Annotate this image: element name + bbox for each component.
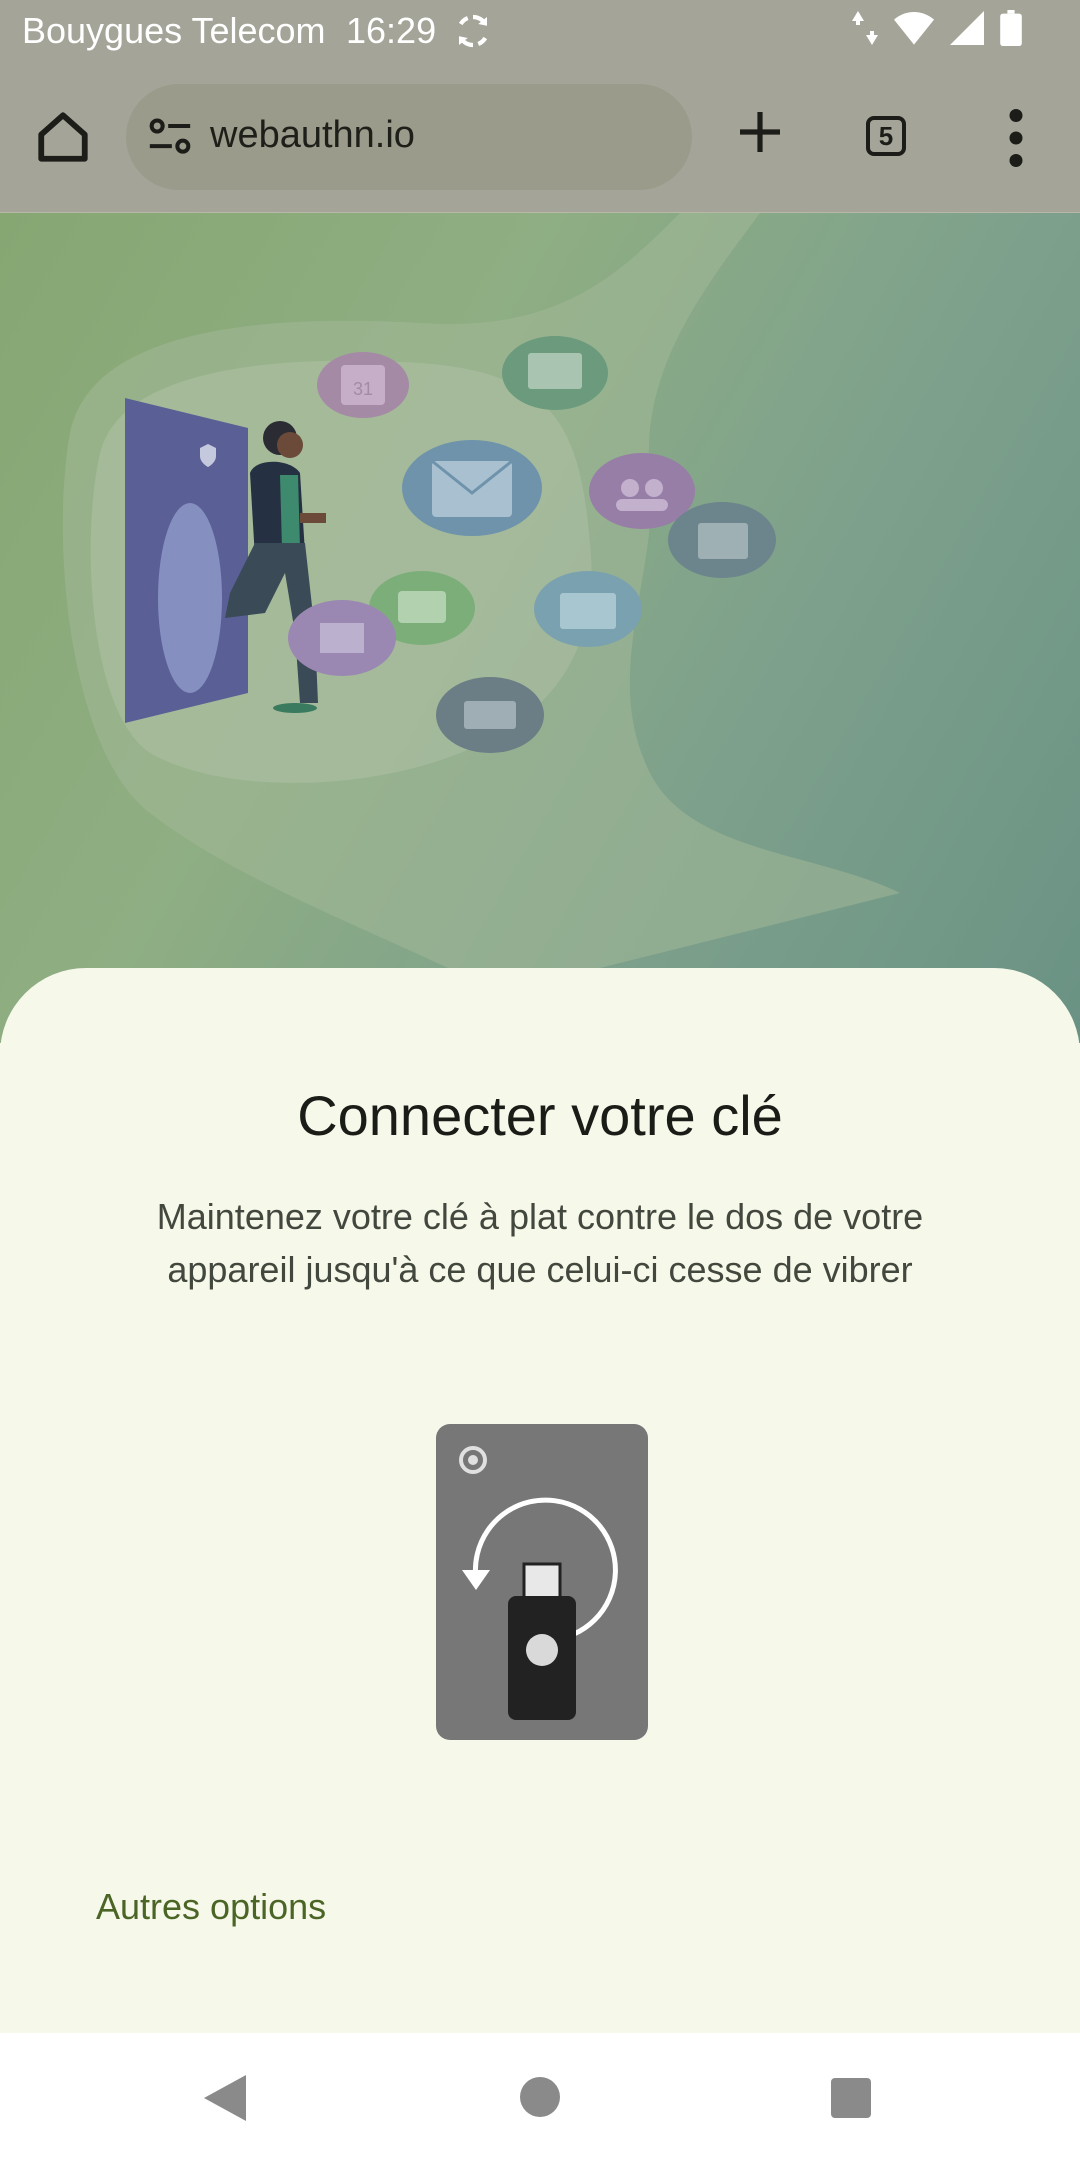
system-nav-bar xyxy=(0,2033,1080,2160)
sync-icon xyxy=(458,14,488,48)
tab-switcher-icon[interactable]: 5 xyxy=(866,116,906,156)
status-bar: Bouygues Telecom 16:29 xyxy=(0,0,1080,64)
back-icon[interactable] xyxy=(204,2075,246,2121)
carrier-name: Bouygues Telecom xyxy=(22,10,326,51)
home-icon[interactable] xyxy=(34,108,92,166)
site-settings-icon[interactable] xyxy=(148,116,192,158)
tab-count: 5 xyxy=(878,120,894,151)
security-key-tap-icon xyxy=(436,1424,648,1740)
status-icons xyxy=(852,10,1022,46)
wifi-icon xyxy=(894,12,934,45)
door-illustration xyxy=(125,398,248,723)
status-time: 16:29 xyxy=(346,10,437,51)
battery-icon xyxy=(1000,10,1022,46)
data-arrows-icon xyxy=(852,11,878,45)
browser-toolbar: webauthn.io 5 xyxy=(0,64,1080,214)
webauthn-hero-illustration: 31 xyxy=(62,213,901,993)
other-options-button[interactable]: Autres options xyxy=(96,1886,326,1928)
new-tab-icon[interactable] xyxy=(736,108,784,156)
url-bar[interactable]: webauthn.io xyxy=(126,84,692,190)
calendar-day: 31 xyxy=(353,379,373,399)
sheet-title: Connecter votre clé xyxy=(297,1084,783,1147)
url-text[interactable]: webauthn.io xyxy=(210,114,415,157)
overflow-menu-icon[interactable] xyxy=(1006,108,1026,168)
signal-icon xyxy=(950,11,984,45)
home-circle-icon[interactable] xyxy=(520,2077,560,2117)
sheet-description: Maintenez votre clé à plat contre le dos… xyxy=(156,1196,924,1290)
web-page-content: 31 xyxy=(0,213,1080,1043)
recents-icon[interactable] xyxy=(831,2078,871,2118)
security-key-bottom-sheet: Connecter votre clé Maintenez votre clé … xyxy=(0,968,1080,2033)
